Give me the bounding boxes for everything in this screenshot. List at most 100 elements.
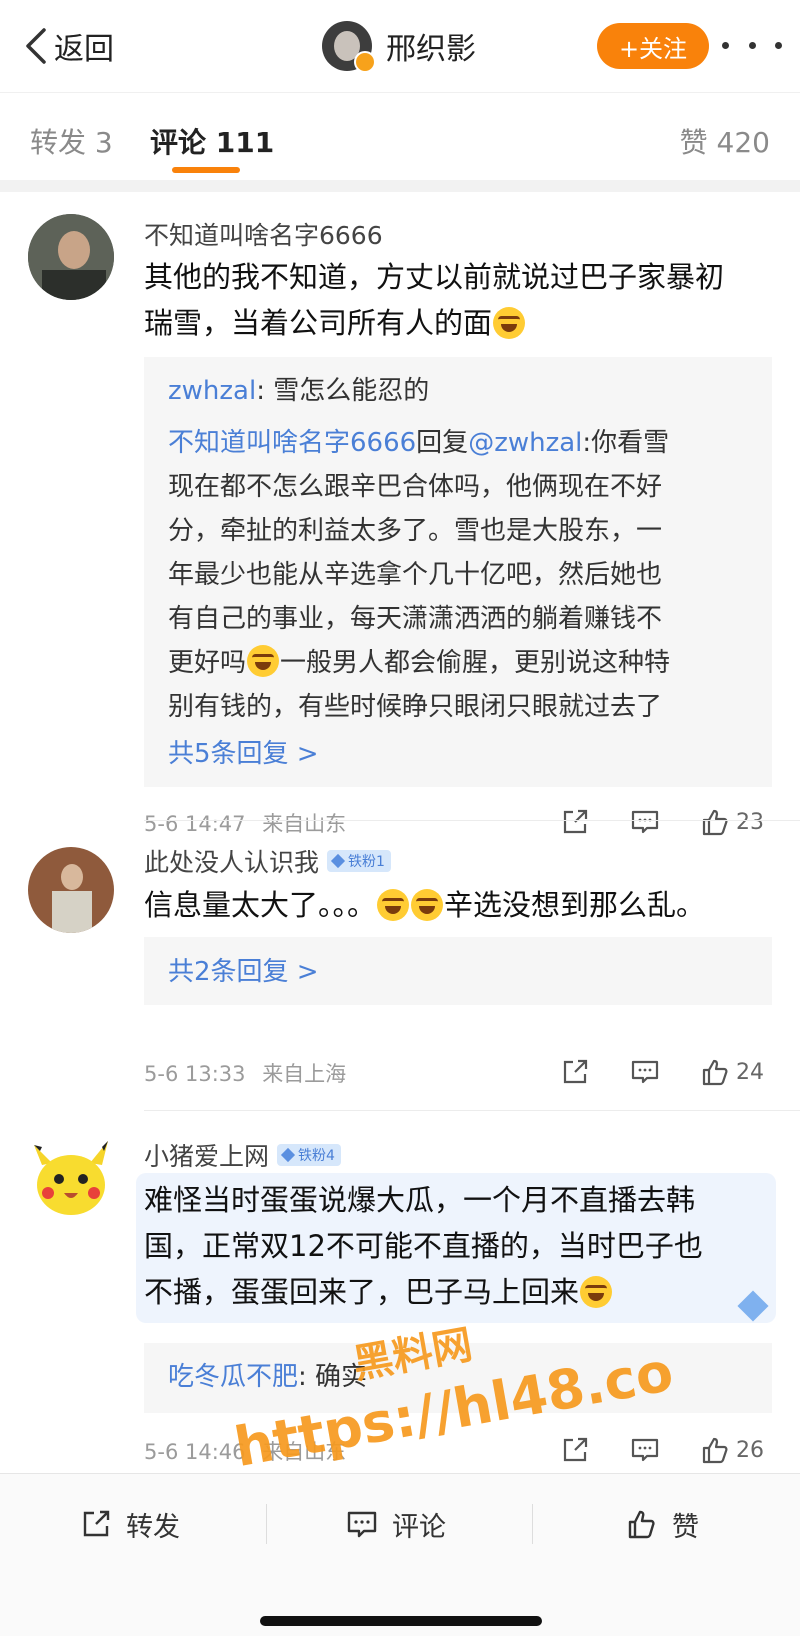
fan-level-label: 铁粉1 <box>348 854 385 870</box>
share-icon <box>563 1437 588 1462</box>
avatar[interactable] <box>28 1135 114 1221</box>
tab-comments[interactable]: 评论 111 <box>150 121 274 161</box>
tab-likes[interactable]: 赞 420 <box>680 121 770 161</box>
reply-item: zwhzal: 雪怎么能忍的 <box>168 369 748 413</box>
reply-button[interactable] <box>630 804 660 840</box>
mention-link[interactable]: @zwhzal <box>468 428 582 458</box>
comment-author-row: 小猪爱上网 铁粉4 <box>144 1137 341 1173</box>
home-indicator[interactable] <box>260 1616 542 1626</box>
comment-label: 评论 <box>392 1511 446 1543</box>
reply-item: 不知道叫啥名字6666回复@zwhzal:你看雪 现在都不怎么跟辛巴合体吗，他俩… <box>168 421 748 729</box>
fan-level-badge[interactable]: 铁粉4 <box>277 1144 341 1166</box>
repost-label: 转发 <box>126 1511 180 1543</box>
like-button[interactable]: 24 <box>700 1054 764 1090</box>
reply-text: : 雪怎么能忍的 <box>256 376 430 406</box>
fan-level-label: 铁粉4 <box>298 1148 335 1164</box>
like-label: 赞 <box>672 1511 699 1543</box>
comment-location: 来自上海 <box>262 1062 347 1086</box>
laugh-cry-emoji-icon <box>247 645 280 677</box>
reply-verb: 回复 <box>416 428 469 458</box>
bar-divider <box>532 1504 533 1544</box>
bar-divider <box>266 1504 267 1544</box>
reply-text: 别有钱的，有些时候睁只眼闭只眼就过去了 <box>168 692 663 722</box>
comment-author-row: 此处没人认识我 铁粉1 <box>144 843 391 879</box>
comment-time: 5-6 14:47 <box>144 812 246 836</box>
comment-time: 5-6 14:46 <box>144 1440 246 1464</box>
share-button[interactable] <box>560 804 590 840</box>
comment-author[interactable]: 不知道叫啥名字6666 <box>144 216 383 252</box>
username[interactable]: 邢织影 <box>386 24 476 68</box>
share-icon <box>563 1059 588 1084</box>
like-button[interactable]: 23 <box>700 804 764 840</box>
reply-text: 年最少也能从辛选拿个几十亿吧，然后她也 <box>168 560 663 590</box>
more-options-icon[interactable] <box>722 30 782 60</box>
like-count: 23 <box>736 809 764 835</box>
reply-text: 更好吗 <box>168 648 247 678</box>
replies-panel[interactable]: zwhzal: 雪怎么能忍的 不知道叫啥名字6666回复@zwhzal:你看雪 … <box>144 357 772 787</box>
comment-author[interactable]: 此处没人认识我 <box>144 843 319 879</box>
repost-button[interactable]: 转发 <box>80 1504 180 1544</box>
diamond-icon <box>280 1147 296 1163</box>
comment-author[interactable]: 小猪爱上网 <box>144 1137 269 1173</box>
verified-badge-icon <box>354 51 376 73</box>
share-button[interactable] <box>560 1432 590 1468</box>
laugh-cry-emoji-icon <box>411 889 444 921</box>
tab-bar: 转发 3 评论 111 赞 420 <box>0 92 800 181</box>
fan-level-badge[interactable]: 铁粉1 <box>327 850 391 872</box>
comment-text-line: 国，正常双12不可能不直播的，当时巴子也 <box>144 1229 703 1263</box>
like-count: 26 <box>736 1437 764 1463</box>
like-button[interactable]: 赞 <box>626 1504 699 1544</box>
back-label: 返回 <box>54 32 114 67</box>
active-tab-indicator <box>172 167 240 173</box>
comment-text-line: 其他的我不知道，方丈以前就说过巴子家暴初 <box>144 260 725 294</box>
view-more-replies-link[interactable]: 共2条回复 > <box>168 951 319 988</box>
reply-button[interactable] <box>630 1432 660 1468</box>
back-button[interactable]: 返回 <box>22 22 114 70</box>
profile-header[interactable]: 邢织影 <box>322 20 476 73</box>
comment-button[interactable]: 评论 <box>346 1504 446 1544</box>
comment-icon <box>631 1438 659 1462</box>
view-more-replies-link[interactable]: 共5条回复 > <box>168 733 319 770</box>
diamond-icon <box>330 853 346 869</box>
reply-author[interactable]: 吃冬瓜不肥 <box>168 1362 298 1392</box>
thumbs-up-icon <box>702 1059 728 1086</box>
tab-reposts[interactable]: 转发 3 <box>30 121 113 161</box>
section-divider <box>0 180 800 192</box>
chevron-left-icon <box>26 28 46 64</box>
comment-icon <box>631 810 659 834</box>
comment-actions: 23 <box>560 804 772 840</box>
reply-author[interactable]: zwhzal <box>168 376 256 406</box>
comment-text-line: 难怪当时蛋蛋说爆大瓜，一个月不直播去韩 <box>144 1183 696 1217</box>
comment-meta: 5-6 14:47 来自山东 <box>144 808 346 838</box>
comment-text: 难怪当时蛋蛋说爆大瓜，一个月不直播去韩 国，正常双12不可能不直播的，当时巴子也… <box>144 1177 764 1315</box>
comment-icon <box>347 1511 377 1538</box>
comment-divider <box>144 820 800 821</box>
thumbs-up-icon <box>628 1510 655 1539</box>
comment-text-line: 不播，蛋蛋回来了，巴子马上回来 <box>144 1275 580 1309</box>
comment-text: 信息量太大了。。。 辛选没想到那么乱。 <box>144 882 784 928</box>
reply-button[interactable] <box>630 1054 660 1090</box>
share-icon <box>563 809 588 834</box>
comment-time: 5-6 13:33 <box>144 1062 246 1086</box>
comment-divider <box>144 1110 800 1111</box>
comment-actions: 24 <box>560 1054 772 1090</box>
replies-panel[interactable]: 共2条回复 > <box>144 937 772 1005</box>
avatar[interactable] <box>28 847 114 933</box>
share-button[interactable] <box>560 1054 590 1090</box>
share-icon <box>83 1510 110 1537</box>
avatar[interactable] <box>28 214 114 300</box>
follow-button[interactable]: +关注 <box>597 23 709 69</box>
bottom-action-bar: 转发 评论 赞 <box>0 1473 800 1636</box>
like-button[interactable]: 26 <box>700 1432 764 1468</box>
comment-meta: 5-6 13:33 来自上海 <box>144 1058 346 1088</box>
comment-location: 来自山东 <box>262 812 347 836</box>
reply-text: 有自己的事业，每天潇潇洒洒的躺着赚钱不 <box>168 604 663 634</box>
comment-text-line: 信息量太大了。。。 <box>144 888 377 922</box>
avatar[interactable] <box>322 21 376 73</box>
comment-text-line: 辛选没想到那么乱。 <box>444 888 706 922</box>
laugh-cry-emoji-icon <box>377 889 410 921</box>
reply-author[interactable]: 不知道叫啥名字6666 <box>168 428 416 458</box>
top-bar: 返回 邢织影 +关注 <box>0 0 800 92</box>
reply-text: 一般男人都会偷腥，更别说这种特 <box>280 648 671 678</box>
comment-icon <box>631 1060 659 1084</box>
